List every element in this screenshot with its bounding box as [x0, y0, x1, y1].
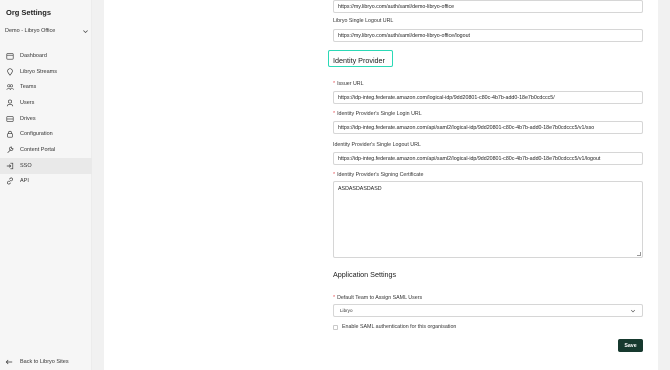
signing-certificate-value: ASDASDASDASD — [338, 186, 382, 192]
idp-sso-url-field[interactable]: https://idp-integ.federate.amazon.com/ap… — [333, 121, 643, 134]
lock-icon — [5, 129, 15, 139]
sidebar-item-label: Dashboard — [20, 52, 47, 59]
sidebar-title: Org Settings — [6, 8, 52, 17]
sidebar-nav: Dashboard Libryo Streams Teams Users Dri… — [0, 48, 92, 189]
chevron-down-icon — [630, 309, 636, 312]
idp-slo-url-field[interactable]: https://idp-integ.federate.amazon.com/ap… — [333, 152, 643, 165]
enable-saml-label: Enable SAML authentication for this orga… — [342, 324, 457, 330]
sidebar-item-content-portal[interactable]: Content Portal — [0, 142, 92, 158]
sidebar-item-users[interactable]: Users — [0, 95, 92, 111]
sidebar-item-label: API — [20, 178, 29, 185]
sidebar-item-label: Configuration — [20, 131, 53, 138]
back-to-libryo-sites-link[interactable]: Back to Libryo Sites — [5, 358, 69, 366]
org-select[interactable]: Demo - Libryo Office — [5, 26, 89, 36]
application-settings-heading: Application Settings — [333, 270, 397, 279]
save-button[interactable]: Save — [618, 339, 643, 352]
sidebar-item-api[interactable]: API — [0, 174, 92, 190]
signing-certificate-textarea[interactable]: ASDASDASDASD — [333, 181, 643, 258]
arrow-left-icon — [5, 359, 13, 365]
users-group-icon — [5, 82, 15, 92]
issuer-url-field[interactable]: https://idp-integ.federate.amazon.com/lo… — [333, 91, 643, 104]
sidebar-item-sso[interactable]: SSO — [0, 157, 92, 174]
login-icon — [5, 161, 15, 171]
sidebar-item-label: Drives — [20, 115, 36, 122]
sidebar-item-libryo-streams[interactable]: Libryo Streams — [0, 64, 92, 80]
enable-saml-row: Enable SAML authentication for this orga… — [333, 324, 456, 330]
default-team-select[interactable]: Libryo — [333, 304, 643, 317]
location-pin-icon — [5, 67, 15, 77]
sidebar-item-label: Content Portal — [20, 146, 56, 153]
identity-provider-heading: Identity Provider — [333, 56, 385, 65]
sidebar-item-configuration[interactable]: Configuration — [0, 126, 92, 142]
enable-saml-checkbox[interactable] — [333, 324, 338, 330]
sidebar: Org Settings Demo - Libryo Office Dashbo… — [0, 0, 92, 370]
resize-handle-icon[interactable] — [637, 252, 641, 256]
sidebar-item-dashboard[interactable]: Dashboard — [0, 48, 92, 64]
sidebar-item-label: Libryo Streams — [20, 68, 57, 75]
chevron-down-icon — [83, 29, 88, 33]
libryo-sso-url-field[interactable]: https://my.libryo.com/auth/saml/demo-lib… — [333, 0, 643, 13]
org-select-value: Demo - Libryo Office — [5, 28, 56, 34]
sidebar-item-label: SSO — [20, 162, 32, 169]
issuer-url-label: * Issuer URL — [333, 81, 364, 87]
drive-icon — [5, 114, 15, 124]
sidebar-item-label: Teams — [20, 84, 37, 91]
idp-slo-url-label: Identity Provider's Single Logout URL — [333, 142, 421, 148]
sidebar-item-teams[interactable]: Teams — [0, 79, 92, 95]
sidebar-item-drives[interactable]: Drives — [0, 111, 92, 127]
calendar-icon — [5, 51, 15, 61]
sidebar-item-label: Users — [20, 99, 35, 106]
idp-sso-url-label: * Identity Provider's Single Login URL — [333, 111, 422, 117]
default-team-value: Libryo — [340, 308, 353, 313]
default-team-label: * Default Team to Assign SAML Users — [333, 295, 423, 301]
sso-settings-panel: https://my.libryo.com/auth/saml/demo-lib… — [104, 0, 658, 370]
link-icon — [5, 176, 15, 186]
back-link-label: Back to Libryo Sites — [20, 359, 69, 365]
single-logout-url-field[interactable]: https://my.libryo.com/auth/saml/demo-lib… — [333, 29, 643, 42]
single-logout-label: Libryo Single Logout URL — [333, 18, 394, 24]
signing-certificate-label: * Identity Provider's Signing Certificate — [333, 172, 424, 178]
wrench-icon — [5, 145, 15, 155]
user-icon — [5, 98, 15, 108]
